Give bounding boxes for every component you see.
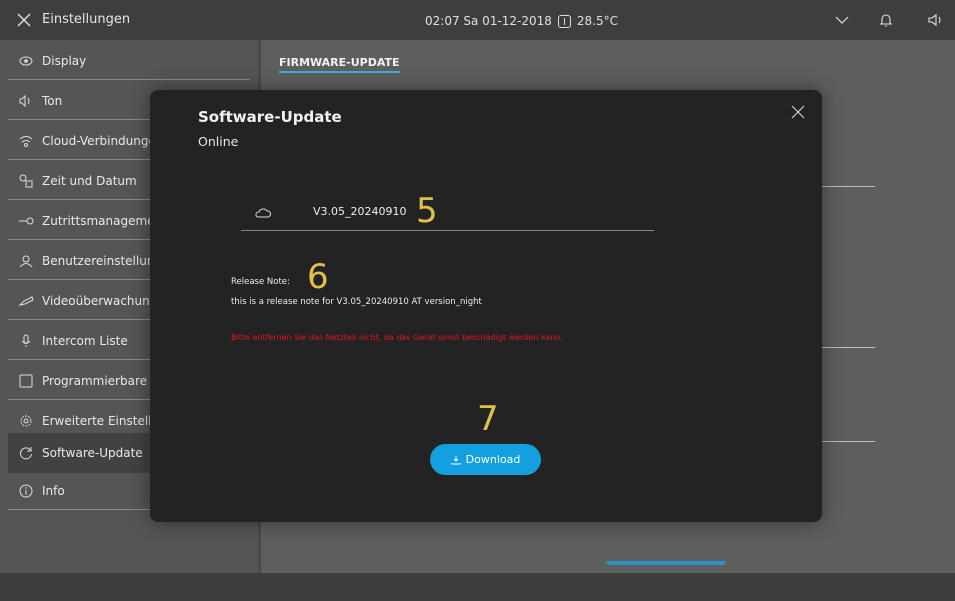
release-note-text: this is a release note for V3.05_2024091…	[231, 297, 482, 307]
close-icon[interactable]	[16, 12, 32, 28]
sidebar-item-label: Software-Update	[42, 446, 143, 460]
camera-icon	[18, 293, 34, 309]
divider	[821, 441, 875, 442]
divider	[821, 347, 875, 348]
download-label: Download	[465, 453, 521, 466]
microphone-icon	[18, 333, 34, 349]
divider	[821, 186, 875, 187]
sidebar-item-display[interactable]: Display	[8, 43, 250, 80]
top-bar: Einstellungen 02:07 Sa 01-12-2018 28.5°C	[0, 0, 955, 40]
sidebar-item-label: Display	[42, 54, 87, 68]
dialog-subtitle: Online	[198, 134, 239, 149]
download-icon	[451, 455, 461, 464]
download-button[interactable]: Download	[430, 444, 541, 475]
hidden-button-edge	[606, 561, 726, 565]
eye-icon	[18, 53, 34, 69]
key-icon	[18, 213, 34, 229]
annotation-number: 7	[477, 399, 499, 439]
temperature-text: 28.5°C	[576, 14, 619, 28]
refresh-icon	[18, 445, 34, 461]
dialog-title: Software-Update	[198, 108, 342, 126]
tab-firmware-update[interactable]: FIRMWARE-UPDATE	[279, 56, 400, 73]
square-icon	[18, 373, 34, 389]
user-icon	[18, 253, 34, 269]
wifi-icon	[18, 133, 34, 149]
software-update-dialog: Software-Update Online V3.05_20240910 5 …	[150, 90, 822, 522]
cloud-icon	[255, 208, 271, 218]
gear-icon	[18, 413, 34, 429]
thermometer-icon	[557, 14, 571, 28]
annotation-number: 5	[416, 191, 438, 231]
bottom-bar	[0, 573, 955, 601]
version-text: V3.05_20240910	[313, 205, 407, 218]
window-title: Einstellungen	[42, 12, 131, 27]
info-icon	[18, 483, 34, 499]
speaker-icon[interactable]	[927, 11, 945, 29]
sidebar-item-label: Intercom Liste	[42, 334, 128, 348]
release-note-label: Release Note:	[231, 277, 290, 287]
bell-icon[interactable]	[877, 11, 895, 29]
version-row: V3.05_20240910	[241, 187, 654, 231]
datetime-text: 02:07 Sa 01-12-2018	[425, 14, 552, 28]
sidebar-item-label: Ton	[42, 94, 63, 108]
annotation-number: 6	[307, 257, 329, 297]
sidebar-item-label: Cloud-Verbindungen	[42, 134, 164, 148]
sidebar-item-label: Zeit und Datum	[42, 174, 137, 188]
sidebar-item-label: Videoüberwachung	[42, 294, 158, 308]
status-display: 02:07 Sa 01-12-2018 28.5°C	[425, 14, 618, 28]
warning-text: Bitte entfernen Sie das Netzteil nicht, …	[231, 333, 563, 342]
sidebar-item-label: Zutrittsmanagement	[42, 214, 167, 228]
speaker-icon	[18, 93, 34, 109]
clock-calendar-icon	[18, 173, 34, 189]
sidebar-item-label: Info	[42, 484, 65, 498]
close-icon[interactable]	[790, 104, 806, 120]
chevron-down-icon[interactable]	[833, 11, 851, 29]
